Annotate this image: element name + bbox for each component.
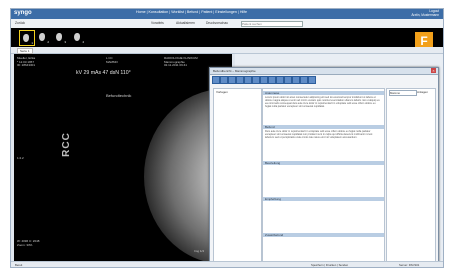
app-logo: syngo [14,10,32,16]
forward-button[interactable]: Vorwärts [151,21,164,25]
section-text[interactable]: Lorem ipsum dolor sit amet consectetur a… [265,96,382,122]
patient-search-input[interactable]: Patient suchen [241,21,303,27]
zoom-ratio: 1:2.2 [17,156,24,160]
dialog-title-bar[interactable]: Befundbericht – Mammographie × [210,68,438,75]
section-title: Zusatzbefund [265,233,284,238]
print-preview-button[interactable]: Druckvorschau [206,21,228,25]
thumbnail-image [74,33,80,41]
list-icon[interactable] [292,76,300,84]
close-icon[interactable]: × [431,68,436,73]
template-label: Vorlagen [216,90,228,94]
thumbnail-number: 3 [64,40,66,44]
thumbnail-number: 2 [47,40,49,44]
image-counter: Img 1/4 [194,249,205,253]
dialog-toolbar [212,76,322,84]
modality-label: MAMMO [106,59,118,64]
exposure-info: kV 29 mAs 47 dsN 110° [76,70,131,76]
view-info: L CC MAMMO [106,56,118,64]
save-icon[interactable] [212,76,220,84]
title-bar: syngo Home | Konsultation | Worklist | B… [11,9,443,19]
section-title: Beurteilung [265,161,281,166]
tab-strip: Serie 1 [11,47,443,54]
main-menu[interactable]: Home | Konsultation | Worklist | Befund … [136,10,247,14]
back-button[interactable]: Zurück [15,21,25,25]
section-header: Beurteilung [263,161,384,165]
thumbnail-image [56,33,62,41]
underline-icon[interactable] [284,76,292,84]
cut-icon[interactable] [228,76,236,84]
bold-icon[interactable] [268,76,276,84]
template-select[interactable]: Mammo [389,90,417,96]
attachment-panel[interactable]: Mammo Anlagen [386,88,436,264]
thumbnail-image [23,34,29,42]
section-title: Empfehlung [265,197,282,202]
thumbnail[interactable]: 2 [36,30,50,44]
report-dialog: Befundbericht – Mammographie × Vorlagen … [209,67,439,267]
study-info: RADIOLOGIE KLINIKUM Mammographie 02.11.2… [164,56,198,68]
section-text[interactable]: Duis aute irure dolor in reprehenderit i… [265,130,382,156]
section-header: Zusatzbefund [263,233,384,237]
section-text[interactable] [265,238,382,260]
image-viewer[interactable]: Mueller, Erika * 12.03.1957 ID: 28643301… [14,54,232,261]
patient-info: Mueller, Erika * 12.03.1957 ID: 28643301 [17,56,36,68]
section-title: Anamnese [265,91,280,96]
user-area[interactable]: Logout Ärztin, Mustermann [411,9,439,17]
app-window: syngo Home | Konsultation | Worklist | B… [10,8,444,268]
template-panel[interactable]: Vorlagen [213,88,262,264]
section-header: Befund [263,125,384,129]
send-icon[interactable] [308,76,316,84]
attachment-label: Anlagen [417,90,429,94]
report-editor[interactable]: Anamnese Lorem ipsum dolor sit amet cons… [262,88,385,264]
thumbnail-image [39,33,45,41]
side-marker: RCC [60,132,72,157]
section-header: Anamnese [263,91,384,95]
zoom-level: Zoom: 33% [17,242,33,247]
thumbnail[interactable]: 4 [71,30,85,44]
undo-icon[interactable] [252,76,260,84]
copy-icon[interactable] [236,76,244,84]
study-datetime: 02.11.2011 09:41 [164,63,187,68]
thumbnail[interactable]: 3 [53,30,67,44]
status-bar: Bereit Speichern | Drucken | Senden Serv… [11,261,443,267]
dictation-icon[interactable] [300,76,308,84]
patient-id: ID: 28643301 [17,63,36,68]
thumbnail[interactable]: 1 [19,30,35,46]
paste-icon[interactable] [244,76,252,84]
section-header: Empfehlung [263,197,384,201]
status-text: Bereit [15,263,23,267]
status-actions[interactable]: Speichern | Drucken | Senden [311,263,348,267]
image-label: Befundtechnik [106,93,132,98]
thumbnail-strip: 1 2 3 4 F [11,28,443,50]
redo-icon[interactable] [260,76,268,84]
dialog-title: Befundbericht – Mammographie [213,69,256,73]
italic-icon[interactable] [276,76,284,84]
section-text[interactable] [265,166,382,192]
thumbnail-number: 4 [82,40,84,44]
window-level-info: W: 4096 C: 2048 Zoom: 33% [17,239,39,247]
user-name: Ärztin, Mustermann [411,13,439,17]
section-title: Befund [265,125,275,130]
print-icon[interactable] [220,76,228,84]
thumbnail-number: 1 [31,41,33,45]
server-info: Server: PACS01 [399,263,420,267]
refresh-button[interactable]: Aktualisieren [176,21,195,25]
section-text[interactable] [265,202,382,228]
